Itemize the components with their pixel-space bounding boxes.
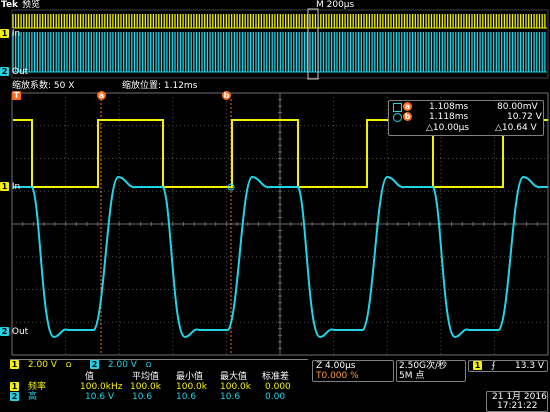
meas-header: 最小值 — [176, 372, 204, 382]
zoom-position-label: 缩放位置: 1.12ms — [122, 81, 198, 91]
cursor-b-badge: b — [403, 112, 412, 121]
ch1-scale-readout[interactable]: 1 2.00 V Ω — [10, 360, 71, 370]
acquisition-panel[interactable]: 2.50G次/秒 5M 点 — [396, 360, 466, 382]
cursor-a-time: 1.108ms — [429, 102, 469, 112]
ch2-ground-marker[interactable]: 2 Out — [0, 327, 28, 337]
zoom-factor-label: 缩放系数: 50 X — [12, 81, 75, 91]
meas-header: 最大值 — [220, 372, 248, 382]
ch1-ground-marker[interactable]: 1 In — [0, 182, 20, 192]
meas-stddev: 0.00 — [265, 392, 286, 402]
meas-name: 高 — [28, 392, 38, 402]
time-scale: Z 4.00µs — [316, 361, 356, 371]
meas-mean: 10.6 — [132, 392, 153, 402]
trigger-panel[interactable]: 1 ⨍ 13.3 V — [468, 360, 548, 372]
trigger-level: 13.3 V — [515, 361, 545, 371]
meas-max: 10.6 — [220, 392, 241, 402]
cursor-delta-time: △10.00µs — [426, 123, 470, 133]
ch2-scale-readout[interactable]: 2 2.00 V Ω — [90, 360, 151, 370]
status-divider — [10, 359, 308, 360]
overview-ch2-marker: 2 Out — [0, 67, 29, 77]
time: 17:21:22 — [497, 401, 538, 411]
meas-row-ch1[interactable]: 1 — [10, 382, 19, 392]
trigger-position-marker[interactable]: T — [12, 91, 21, 101]
meas-value: 100.0kHz — [80, 382, 123, 392]
meas-max: 100.0k — [220, 382, 251, 392]
horizontal-timebase-panel[interactable]: Z 4.00µs T0.000 % — [312, 360, 394, 382]
clock-panel: 21 1月 2016 17:21:22 — [486, 391, 548, 412]
meas-header: 标准差 — [262, 372, 290, 382]
meas-header: 平均值 — [132, 372, 160, 382]
cursor-a-badge: a — [403, 102, 412, 111]
cursor-delta-value: △10.64 V — [495, 123, 537, 133]
meas-header: 值 — [85, 372, 95, 382]
channel-scale-bar[interactable]: 1 2.00 V Ω 2 2.00 V Ω — [10, 360, 306, 370]
cursor-readout-panel: a 1.108ms 80.00mV b 1.118ms 10.72 V △10.… — [388, 100, 544, 136]
meas-name: 频率 — [28, 382, 47, 392]
meas-min: 100.0k — [176, 382, 207, 392]
record-length: 5M 点 — [399, 371, 425, 381]
cursor-a-marker[interactable]: a — [97, 91, 106, 101]
trigger-source: 1 — [473, 361, 482, 370]
ch2-coupling-icon: Ω — [145, 361, 152, 369]
measurements-table[interactable]: 值 平均值 最小值 最大值 标准差 1 频率 100.0kHz 100.0k 1… — [10, 371, 308, 402]
ch1-coupling-icon: Ω — [65, 361, 72, 369]
cursor-a-value: 80.00mV — [497, 102, 538, 112]
trigger-position: T0.000 % — [316, 371, 359, 381]
cursor-lines — [100, 99, 232, 355]
trigger-slope-icon: ⨍ — [491, 361, 496, 371]
meas-min: 10.6 — [176, 392, 197, 402]
cursor-b-marker[interactable]: b — [222, 91, 231, 101]
oscilloscope-screen: { "header": { "brand": "Tek", "mode": "预… — [0, 0, 550, 412]
cursor-b-value: 10.72 V — [507, 112, 542, 122]
meas-value: 10.6 V — [85, 392, 115, 402]
cursor-b-swatch — [393, 113, 402, 125]
sample-rate: 2.50G次/秒 — [399, 361, 448, 371]
overview-ch1-marker: 1 In — [0, 29, 21, 39]
meas-stddev: 0.000 — [265, 382, 291, 392]
meas-mean: 100.0k — [130, 382, 161, 392]
meas-row-ch2[interactable]: 2 — [10, 392, 19, 402]
overview-waveform-display[interactable] — [0, 8, 550, 80]
cursor-b-time: 1.118ms — [429, 112, 469, 122]
